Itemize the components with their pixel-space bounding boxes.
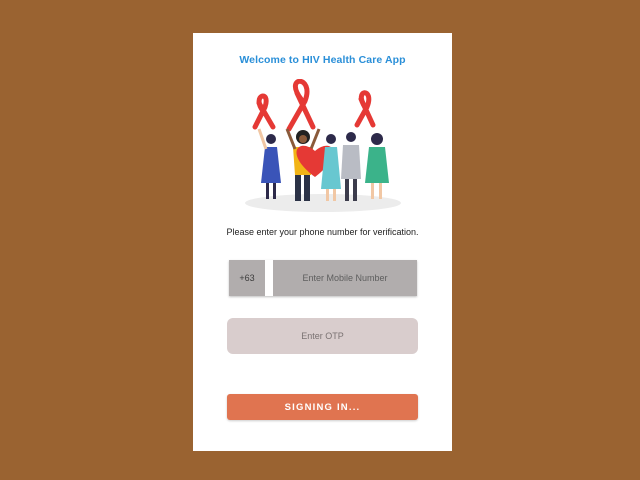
signing-in-button[interactable]: SIGNING IN...	[227, 394, 418, 420]
otp-input[interactable]	[227, 318, 418, 354]
phone-number-group: +63	[229, 260, 417, 296]
country-code[interactable]: +63	[229, 260, 265, 296]
app-title: Welcome to HIV Health Care App	[239, 54, 406, 66]
app-screen: Welcome to HIV Health Care App Please en…	[193, 33, 452, 451]
mobile-number-input[interactable]	[273, 260, 417, 296]
verification-prompt: Please enter your phone number for verif…	[226, 227, 419, 237]
awareness-ribbon-people-icon	[245, 79, 401, 212]
divider	[265, 260, 273, 296]
